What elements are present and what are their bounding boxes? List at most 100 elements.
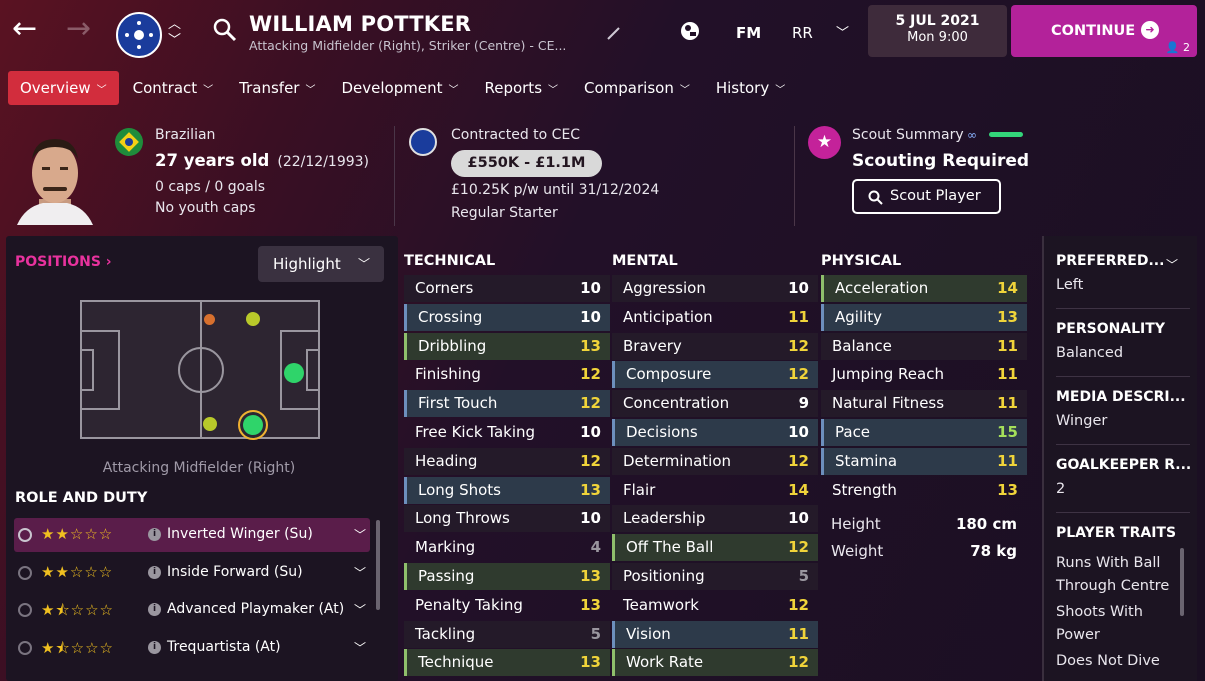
attribute-row[interactable]: Agility 13	[821, 303, 1027, 331]
attribute-value: 11	[788, 307, 809, 326]
tab-history[interactable]: History ﹀	[704, 71, 797, 105]
age: 27 years old	[155, 151, 270, 170]
attribute-value: 12	[788, 451, 809, 470]
rr-button[interactable]: RR	[792, 24, 813, 42]
binoculars-icon: ∞	[967, 128, 977, 142]
attribute-row[interactable]: Decisions 10	[612, 419, 818, 446]
attribute-row[interactable]: Heading 12	[404, 447, 610, 475]
attribute-row[interactable]: Technique 13	[404, 649, 610, 677]
back-arrow-icon[interactable]: ←	[12, 14, 37, 44]
attribute-row[interactable]: Teamwork 12	[612, 592, 818, 619]
attribute-row[interactable]: Determination 12	[612, 447, 818, 475]
positions-heading[interactable]: POSITIONS ›	[15, 254, 112, 270]
attribute-name: Corners	[415, 279, 474, 297]
attribute-row[interactable]: Anticipation 11	[612, 304, 818, 331]
tab-comparison[interactable]: Comparison ﹀	[572, 71, 702, 105]
chevron-down-icon[interactable]: ﹀	[168, 34, 181, 47]
date-box[interactable]: 5 JUL 2021 Mon 9:00	[868, 5, 1007, 57]
attribute-value: 12	[788, 595, 809, 614]
attribute-row[interactable]: Off The Ball 12	[612, 534, 818, 562]
info-sidebar: PREFERRED... ﹀ Left PERSONALITY Balanced…	[1042, 236, 1197, 681]
player-photo	[17, 139, 93, 225]
forward-arrow-icon[interactable]: →	[66, 14, 91, 44]
chevron-down-icon: ﹀	[353, 641, 366, 655]
attribute-row[interactable]: Leadership 10	[612, 505, 818, 533]
contract-club[interactable]: Contracted to CEC	[451, 127, 580, 143]
role-row[interactable]: ★⯪☆☆☆ i Advanced Playmaker (At) ﹀	[14, 593, 370, 627]
role-stars: ★⯪☆☆☆	[41, 639, 114, 657]
tab-transfer[interactable]: Transfer ﹀	[227, 71, 327, 105]
tab-overview[interactable]: Overview ﹀	[8, 71, 119, 105]
tab-contract[interactable]: Contract ﹀	[121, 71, 226, 105]
attribute-row[interactable]: Finishing 12	[404, 361, 610, 388]
menu-chevron-icon[interactable]: ﹀	[836, 22, 849, 41]
attribute-row[interactable]: Long Throws 10	[404, 505, 610, 533]
roles-scrollbar[interactable]	[376, 520, 380, 610]
attribute-row[interactable]: Tackling 5	[404, 620, 610, 648]
attribute-row[interactable]: Flair 14	[612, 477, 818, 504]
attribute-row[interactable]: Aggression 10	[612, 275, 818, 302]
attribute-name: Balance	[832, 336, 892, 355]
attribute-row[interactable]: Long Shots 13	[404, 476, 610, 504]
personality-heading: PERSONALITY	[1056, 321, 1165, 337]
role-row[interactable]: ★★☆☆☆ i Inverted Winger (Su) ﹀	[14, 518, 370, 552]
attribute-row[interactable]: Balance 11	[821, 332, 1027, 360]
attribute-value: 11	[997, 365, 1018, 384]
attribute-name: Bravery	[623, 336, 682, 355]
role-stars: ★★☆☆☆	[41, 525, 114, 543]
globe-icon[interactable]	[679, 20, 701, 42]
club-crest-icon[interactable]	[116, 12, 162, 58]
fm-button[interactable]: FM	[736, 24, 761, 42]
attribute-row[interactable]: Dribbling 13	[404, 332, 610, 360]
attribute-row[interactable]: Corners 10	[404, 275, 610, 302]
weight-label: Weight	[831, 542, 884, 560]
attribute-row[interactable]: Jumping Reach 11	[821, 361, 1027, 388]
highlight-dropdown[interactable]: Highlight ﹀	[258, 246, 384, 282]
search-icon[interactable]	[213, 18, 237, 42]
squad-status: Regular Starter	[451, 205, 558, 221]
attribute-row[interactable]: Stamina 11	[821, 447, 1027, 475]
scout-star-icon: ★	[808, 126, 841, 159]
attribute-value: 12	[788, 365, 809, 384]
role-row[interactable]: ★⯪☆☆☆ i Trequartista (At) ﹀	[14, 631, 370, 665]
trait: Runs With Ball Through Centre	[1056, 555, 1170, 594]
scout-player-button[interactable]: Scout Player	[852, 179, 1001, 214]
chevron-up-icon[interactable]: ︿	[168, 18, 181, 31]
chevron-down-icon[interactable]: ﹀	[1166, 256, 1178, 273]
attribute-row[interactable]: Natural Fitness 11	[821, 390, 1027, 418]
attribute-row[interactable]: Pace 15	[821, 419, 1027, 446]
chevron-down-icon: ﹀	[353, 603, 366, 617]
attribute-row[interactable]: Acceleration 14	[821, 275, 1027, 302]
continue-button[interactable]: CONTINUE ➜ 👤 2	[1011, 5, 1197, 57]
attribute-name: Teamwork	[623, 595, 699, 614]
attribute-row[interactable]: Work Rate 12	[612, 649, 818, 677]
tab-reports[interactable]: Reports ﹀	[472, 71, 570, 105]
tab-development[interactable]: Development ﹀	[329, 71, 470, 105]
attribute-row[interactable]: Passing 13	[404, 563, 610, 590]
value-pill: £550K - £1.1M	[451, 150, 602, 177]
attribute-name: Passing	[418, 567, 475, 585]
attribute-row[interactable]: Free Kick Taking 10	[404, 419, 610, 446]
tab-bar: Overview ﹀ Contract ﹀ Transfer ﹀ Developmen…	[8, 71, 799, 105]
attribute-row[interactable]: Marking 4	[404, 534, 610, 561]
traits-scrollbar[interactable]	[1180, 548, 1184, 616]
attribute-row[interactable]: Vision 11	[612, 620, 818, 648]
attribute-row[interactable]: Crossing 10	[404, 303, 610, 331]
role-row[interactable]: ★★☆☆☆ i Inside Forward (Su) ﹀	[14, 556, 370, 590]
attribute-value: 4	[590, 538, 601, 557]
attribute-name: First Touch	[418, 394, 498, 413]
attribute-row[interactable]: Penalty Taking 13	[404, 592, 610, 619]
attribute-row[interactable]: Strength 13	[821, 477, 1027, 504]
attribute-row[interactable]: Positioning 5	[612, 563, 818, 590]
preferred-foot-heading[interactable]: PREFERRED...	[1056, 253, 1164, 269]
attribute-name: Strength	[832, 480, 897, 499]
attribute-value: 10	[580, 509, 601, 528]
attribute-row[interactable]: Concentration 9	[612, 390, 818, 418]
role-stars: ★★☆☆☆	[41, 563, 114, 581]
attribute-row[interactable]: First Touch 12	[404, 390, 610, 418]
role-name: Advanced Playmaker (At)	[167, 601, 345, 617]
attribute-row[interactable]: Composure 12	[612, 361, 818, 389]
edit-pencil-icon[interactable]	[606, 25, 622, 41]
attribute-name: Long Shots	[418, 480, 501, 499]
attribute-row[interactable]: Bravery 12	[612, 332, 818, 360]
